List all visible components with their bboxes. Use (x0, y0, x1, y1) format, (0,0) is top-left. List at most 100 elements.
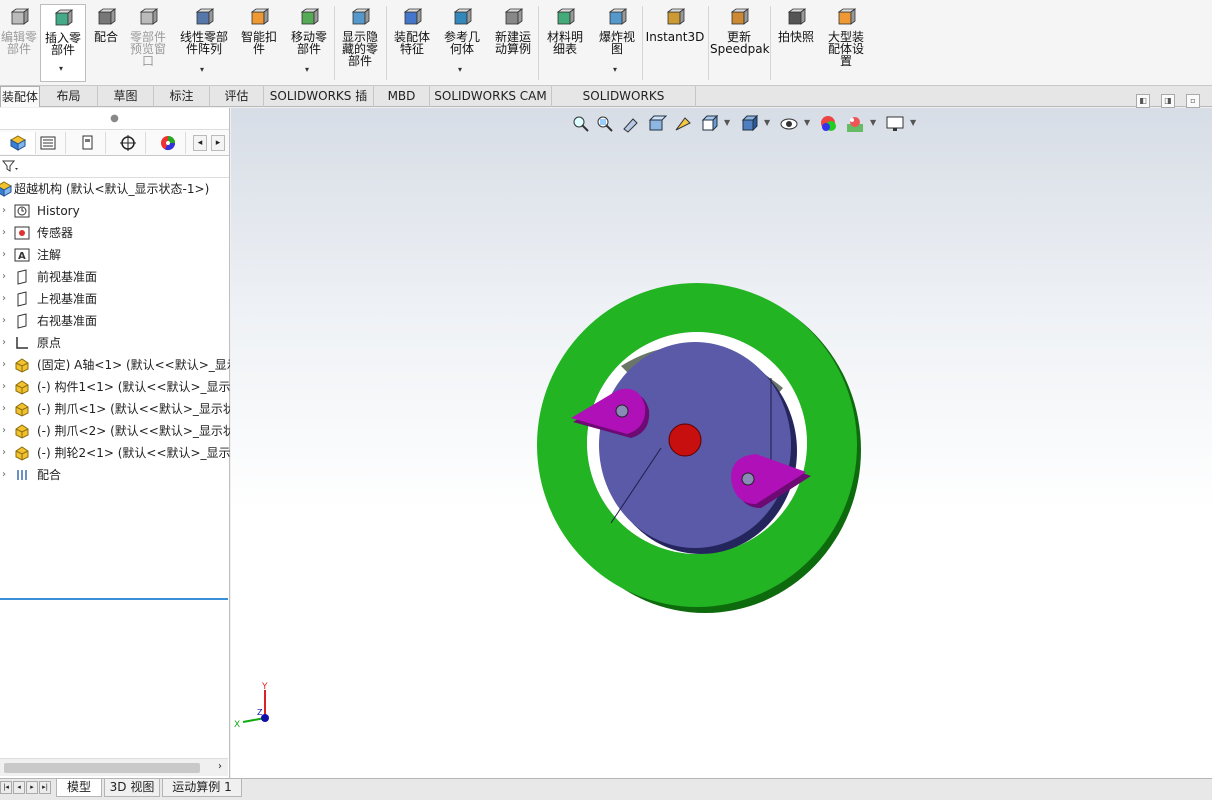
tree-item[interactable]: › (-) 荆爪<1> (默认<<默认>_显示状 (0, 398, 230, 420)
edit-appearance-icon[interactable] (819, 114, 839, 134)
svg-text:Y: Y (261, 682, 268, 692)
maximize-viewport-icon[interactable]: ▫ (1186, 94, 1200, 108)
apply-scene-icon[interactable] (845, 114, 865, 134)
view-settings-icon[interactable] (885, 114, 905, 134)
tree-root-assembly[interactable]: 超越机构 (默认<默认_显示状态-1>) (0, 178, 230, 200)
tree-expander-icon[interactable]: › (2, 332, 6, 354)
linear-pattern-dropdown[interactable]: ▾ (200, 64, 204, 76)
view-orientation-dropdown[interactable]: ▼ (724, 118, 730, 127)
tree-item[interactable]: › 上视基准面 (0, 288, 230, 310)
exploded-view-dropdown[interactable]: ▾ (613, 64, 617, 76)
move-component-button[interactable]: 移动零 部件 ▾ (286, 4, 332, 82)
bottom-tab-2[interactable]: 运动算例 1 (162, 779, 242, 797)
tree-item[interactable]: › (-) 构件1<1> (默认<<默认>_显示状 (0, 376, 230, 398)
collapse-right-icon[interactable]: ◨ (1161, 94, 1175, 108)
update-speedpak-button[interactable]: 更新 Speedpak (710, 4, 770, 82)
command-tab-5[interactable]: SOLIDWORKS 插件 (264, 86, 374, 123)
tab-dimxpert-manager[interactable] (110, 132, 146, 154)
new-motion-study-button[interactable]: 新建运 动算例 (490, 4, 536, 82)
zoom-to-fit-icon[interactable] (571, 114, 591, 134)
view-settings-dropdown[interactable]: ▼ (910, 118, 916, 127)
tree-item[interactable]: › 右视基准面 (0, 310, 230, 332)
tree-expander-icon[interactable]: › (2, 464, 6, 486)
tree-expander-icon[interactable]: › (2, 354, 6, 376)
section-view-icon[interactable] (647, 114, 667, 134)
view-orientation-icon[interactable] (699, 114, 719, 134)
hide-show-items-icon[interactable] (779, 114, 799, 134)
tree-item[interactable]: › 原点 (0, 332, 230, 354)
command-tab-4[interactable]: 评估 (210, 86, 264, 107)
tab-scroll-right-button[interactable]: ▸ (211, 135, 225, 151)
tabs-next-button[interactable]: ▸ (26, 781, 38, 794)
tree-item[interactable]: › History (0, 200, 230, 222)
scrollbar-thumb[interactable] (4, 763, 200, 773)
snapshot-button[interactable]: 拍快照 (772, 4, 820, 82)
tab-property-manager[interactable] (30, 132, 66, 154)
tabs-prev-button[interactable]: ◂ (13, 781, 25, 794)
mate-button[interactable]: 配合 (88, 4, 124, 82)
tree-expander-icon[interactable]: › (2, 266, 6, 288)
filter-icon (2, 160, 18, 172)
command-tab-6[interactable]: MBD (374, 86, 430, 107)
tabs-last-button[interactable]: ▸| (39, 781, 51, 794)
tab-scroll-left-button[interactable]: ◂ (193, 135, 207, 151)
tree-expander-icon[interactable]: › (2, 288, 6, 310)
tree-item[interactable]: › (固定) A轴<1> (默认<<默认>_显示 (0, 354, 230, 376)
tree-item[interactable]: › 前视基准面 (0, 266, 230, 288)
command-tab-7[interactable]: SOLIDWORKS CAM (430, 86, 552, 107)
preview-window-button[interactable]: 零部件 预览窗 口 (126, 4, 170, 82)
tabs-first-button[interactable]: |◂ (0, 781, 12, 794)
command-tab-8[interactable]: SOLIDWORKS Inspection (552, 86, 696, 123)
command-tab-0[interactable]: 装配体 (0, 86, 40, 107)
smart-fastener-button[interactable]: 智能扣 件 (236, 4, 282, 82)
insert-part-dropdown[interactable]: ▾ (59, 63, 63, 75)
tree-item[interactable]: › 传感器 (0, 222, 230, 244)
linear-pattern-button[interactable]: 线性零部 件阵列 ▾ (176, 4, 232, 82)
overrunning-clutch-model[interactable] (521, 278, 881, 628)
exploded-view-button[interactable]: 爆炸视 图 ▾ (594, 4, 640, 82)
tree-expander-icon[interactable]: › (2, 398, 6, 420)
move-component-dropdown[interactable]: ▾ (305, 64, 309, 76)
hide-show-dropdown[interactable]: ▼ (804, 118, 810, 127)
bottom-tab-1[interactable]: 3D 视图 (104, 779, 160, 797)
reference-geometry-dropdown[interactable]: ▾ (458, 64, 462, 76)
bottom-tab-0[interactable]: 模型 (56, 779, 102, 797)
tree-item[interactable]: › (-) 荆爪<2> (默认<<默认>_显示状 (0, 420, 230, 442)
dynamic-annotation-icon[interactable] (673, 114, 693, 134)
tree-expander-icon[interactable]: › (2, 222, 6, 244)
panel-grip[interactable]: ● (0, 108, 229, 130)
display-style-icon[interactable] (739, 114, 759, 134)
tree-expander-icon[interactable]: › (2, 244, 6, 266)
show-hidden-button[interactable]: 显示隐 藏的零 部件 (336, 4, 384, 82)
bom-button[interactable]: 材料明 细表 (540, 4, 590, 82)
insert-part-button[interactable]: 插入零 部件 ▾ (40, 4, 86, 82)
tree-expander-icon[interactable]: › (2, 376, 6, 398)
command-tab-1[interactable]: 布局 (40, 86, 98, 107)
show-hidden-icon (351, 8, 370, 25)
command-tab-2[interactable]: 草图 (98, 86, 154, 107)
tree-expander-icon[interactable]: › (2, 442, 6, 464)
tree-horizontal-scrollbar[interactable]: › (0, 758, 228, 776)
instant3d-button[interactable]: Instant3D (644, 4, 706, 82)
tree-item[interactable]: › 配合 (0, 464, 230, 486)
tree-expander-icon[interactable]: › (2, 310, 6, 332)
zoom-to-area-icon[interactable] (595, 114, 615, 134)
reference-geometry-button[interactable]: 参考几 何体 ▾ (438, 4, 486, 82)
tab-configuration-manager[interactable] (70, 132, 106, 154)
tree-item[interactable]: › A 注解 (0, 244, 230, 266)
display-style-dropdown[interactable]: ▼ (764, 118, 770, 127)
large-assembly-button[interactable]: 大型装 配体设 置 (822, 4, 870, 82)
assembly-feature-button[interactable]: 装配体 特征 (388, 4, 436, 82)
tree-item[interactable]: › (-) 荆轮2<1> (默认<<默认>_显示状 (0, 442, 230, 464)
tree-expander-icon[interactable]: › (2, 200, 6, 222)
command-tab-3[interactable]: 标注 (154, 86, 210, 107)
tree-filter[interactable] (0, 156, 229, 178)
edit-part-button[interactable]: 编辑零 部件 (0, 4, 38, 82)
graphics-area[interactable]: ▼ ▼ ▼ ▼ ▼ ◧ ◨ ▫ Y X Z (231, 94, 1212, 778)
scroll-right-arrow[interactable]: › (218, 761, 222, 772)
apply-scene-dropdown[interactable]: ▼ (870, 118, 876, 127)
collapse-left-icon[interactable]: ◧ (1136, 94, 1150, 108)
tree-expander-icon[interactable]: › (2, 420, 6, 442)
tab-display-manager[interactable] (150, 132, 186, 154)
previous-view-icon[interactable] (621, 114, 641, 134)
